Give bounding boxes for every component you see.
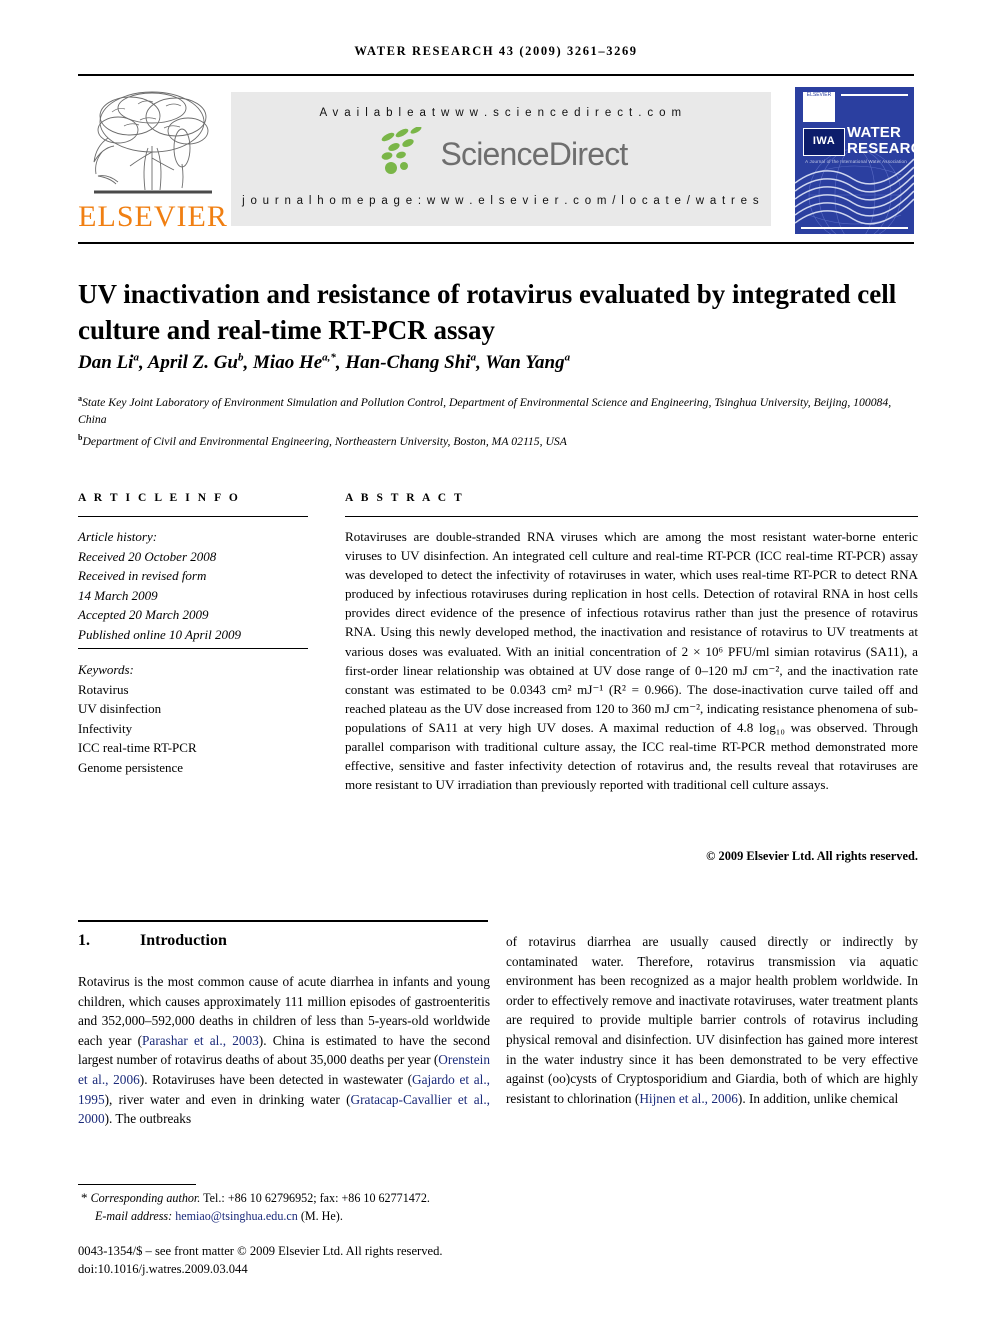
email-owner: (M. He). [300,1208,343,1223]
asterisk-icon: * [81,1190,88,1205]
abstract-heading: A B S T R A C T [345,492,465,504]
affiliation-item: aState Key Joint Laboratory of Environme… [78,394,892,427]
cover-title-line1: WATER [847,124,902,141]
running-head: WATER RESEARCH 43 (2009) 3261–3269 [354,44,638,58]
article-info-heading: A R T I C L E I N F O [78,492,241,504]
available-at-text: A v a i l a b l e a t w w w . s c i e n … [319,107,683,119]
email-note: E-mail address: hemiao@tsinghua.edu.cn (… [78,1208,558,1226]
author-affil-marker: a [470,352,477,364]
body-column-right: of rotavirus diarrhea are usually caused… [506,932,918,1108]
corresponding-author-note: * Corresponding author. Tel.: +86 10 627… [78,1189,558,1208]
history-item: Published online 10 April 2009 [78,626,241,642]
cover-title-line2: RESEARCH [847,140,914,157]
section-title: Introduction [140,932,227,949]
citation-link[interactable]: Parashar et al., 2003 [142,1033,259,1048]
elsevier-logo: ELSEVIER [78,86,228,236]
history-item: Received 20 October 2008 [78,548,217,564]
sciencedirect-logo: ScienceDirect [231,123,771,185]
cover-top-rule [841,94,908,96]
corresponding-author-label: Corresponding author. [90,1191,201,1205]
keyword-list: Keywords: Rotavirus UV disinfection Infe… [78,660,313,777]
author-item: Han-Chang Shia [345,352,477,374]
issn-block: 0043-1354/$ – see front matter © 2009 El… [78,1242,638,1278]
sciencedirect-mark-icon [382,127,422,174]
journal-cover-image: ELSEVIER IWA WATER RESEARCH A Journal of… [795,87,914,234]
elsevier-wordmark: ELSEVIER [78,200,228,233]
journal-masthead: ELSEVIER A v a i l a b l e a t w w w . s… [78,74,914,244]
article-title: UV inactivation and resistance of rotavi… [78,279,897,346]
keyword-item: UV disinfection [78,701,162,716]
footnote-rule [78,1184,196,1185]
author-affil-marker: a [133,352,139,364]
affiliation-item: bDepartment of Civil and Environmental E… [78,432,567,448]
author-item: April Z. Gub [147,352,244,374]
issn-line: 0043-1354/$ – see front matter © 2009 El… [78,1244,443,1258]
history-item: Accepted 20 March 2009 [78,607,209,622]
iwa-logo: IWA [803,128,845,156]
sciencedirect-wordmark: ScienceDirect [440,135,628,172]
body-column-left: Rotavirus is the most common cause of ac… [78,972,490,1129]
sciencedirect-panel: A v a i l a b l e a t w w w . s c i e n … [231,92,771,226]
keyword-item: Genome persistence [78,759,184,775]
citation-link[interactable]: Gratacap-Cavallier et al., 2000 [78,1092,490,1127]
history-item: 14 March 2009 [78,587,158,603]
article-history-label: Article history: [78,529,158,544]
email-label: E-mail address: [95,1208,173,1223]
author-affil-marker: b [238,352,244,364]
keyword-item: Infectivity [78,720,133,736]
keywords-label: Keywords: [78,662,134,677]
article-page: WATER RESEARCH 43 (2009) 3261–3269 ELSEV… [0,0,992,1323]
author-list: Dan Lia, April Z. Gub, Miao Hea,*, Han-C… [78,352,571,374]
copyright-line: © 2009 Elsevier Ltd. All rights reserved… [706,849,918,863]
article-info-rule [78,516,308,517]
abstract-rule [345,516,918,517]
author-affil-marker: a,* [322,352,336,364]
author-item: Wan Yanga [485,352,571,374]
body-text-right: of rotavirus diarrhea are usually caused… [506,934,918,1106]
elsevier-tree-icon [78,86,228,204]
contact-details: Tel.: +86 10 62796952; fax: +86 10 62771… [203,1191,430,1205]
cover-subtitle: A Journal of the International Water Ass… [805,159,907,164]
body-text-left: Rotavirus is the most common cause of ac… [78,974,491,1127]
cover-elsevier-mark: ELSEVIER [803,92,835,122]
journal-homepage-text: j o u r n a l h o m e p a g e : w w w . … [242,195,760,207]
abstract-text: Rotaviruses are double-stranded RNA viru… [345,529,918,793]
author-item: Miao Hea,* [253,352,336,374]
section-number: 1. [78,932,90,949]
citation-link[interactable]: Hijnen et al., 2006 [639,1091,738,1106]
email-link[interactable]: hemiao@tsinghua.edu.cn [175,1209,298,1223]
section-rule [78,920,488,922]
keywords-rule [78,648,308,649]
author-affil-marker: a [564,352,571,364]
keyword-item: ICC real-time RT-PCR [78,740,197,755]
doi-line[interactable]: doi:10.1016/j.watres.2009.03.044 [78,1260,638,1278]
footnote-block: * Corresponding author. Tel.: +86 10 627… [78,1189,558,1225]
cover-title: WATER RESEARCH [847,125,914,157]
author-item: Dan Lia [78,352,139,374]
keyword-item: Rotavirus [78,681,129,697]
history-item: Received in revised form [78,568,207,583]
affiliation-list: aState Key Joint Laboratory of Environme… [78,390,918,450]
article-history: Article history: Received 20 October 200… [78,527,313,644]
cover-bottom-rule [801,227,908,229]
